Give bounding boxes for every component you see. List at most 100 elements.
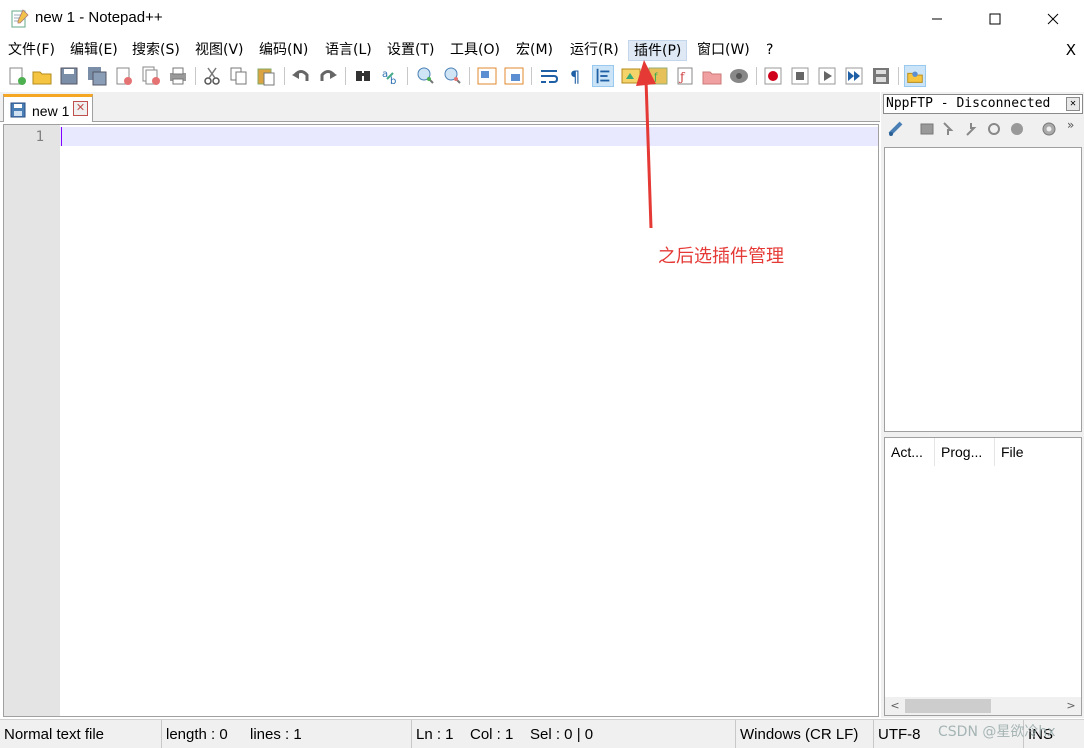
- close-button[interactable]: [1024, 0, 1082, 38]
- svg-text:b: b: [390, 76, 396, 87]
- status-bar: Normal text file length : 0 lines : 1 Ln…: [0, 719, 1084, 748]
- toolbar-separator: [195, 67, 196, 85]
- menu-edit[interactable]: 编辑(E): [65, 40, 123, 61]
- line-number-gutter: 1: [4, 125, 60, 716]
- function-list-icon[interactable]: ƒ: [647, 65, 669, 87]
- undo-icon[interactable]: [290, 65, 312, 87]
- title-bar: new 1 - Notepad++: [0, 0, 1084, 38]
- zoom-out-icon[interactable]: [441, 65, 463, 87]
- toolbar-separator: [345, 67, 346, 85]
- save-icon[interactable]: [58, 65, 80, 87]
- save-macro-icon[interactable]: [870, 65, 892, 87]
- refresh-icon[interactable]: [985, 120, 1003, 138]
- user-language-icon[interactable]: [620, 65, 642, 87]
- maximize-button[interactable]: [966, 0, 1024, 38]
- copy-icon[interactable]: [228, 65, 250, 87]
- print-icon[interactable]: [167, 65, 189, 87]
- tab-close-icon[interactable]: ✕: [73, 101, 88, 116]
- connect-icon[interactable]: [887, 120, 905, 138]
- menu-bar: 文件(F) 编辑(E) 搜索(S) 视图(V) 编码(N) 语言(L) 设置(T…: [0, 38, 1084, 62]
- menu-view[interactable]: 视图(V): [190, 40, 249, 61]
- sync-horizontal-icon[interactable]: [503, 65, 525, 87]
- stop-macro-icon[interactable]: [789, 65, 811, 87]
- menu-search[interactable]: 搜索(S): [127, 40, 185, 61]
- close-file-icon[interactable]: [113, 65, 135, 87]
- saved-file-icon: [10, 102, 26, 118]
- indent-guide-icon[interactable]: [592, 65, 614, 87]
- close-icon: [1047, 13, 1059, 25]
- sync-vertical-icon[interactable]: [476, 65, 498, 87]
- replace-icon[interactable]: ab: [379, 65, 401, 87]
- abort-icon[interactable]: [1008, 120, 1026, 138]
- redo-icon[interactable]: [317, 65, 339, 87]
- minimize-icon: [932, 18, 942, 20]
- status-eol[interactable]: Windows (CR LF): [736, 720, 874, 748]
- scroll-left-icon[interactable]: <: [887, 697, 903, 715]
- status-length: length : 0: [166, 726, 228, 743]
- toolbar-separator: [407, 67, 408, 85]
- status-column: Col : 1: [470, 726, 514, 743]
- monitoring-icon[interactable]: [728, 65, 750, 87]
- play-macro-icon[interactable]: [816, 65, 838, 87]
- close-all-icon[interactable]: [140, 65, 162, 87]
- nppftp-show-icon[interactable]: [904, 65, 926, 87]
- menu-language[interactable]: 语言(L): [320, 40, 377, 61]
- save-all-icon[interactable]: [86, 65, 108, 87]
- tab-bar: new 1 ✕: [0, 92, 880, 122]
- menu-plugins[interactable]: 插件(P): [628, 40, 688, 61]
- column-progress[interactable]: Prog...: [935, 438, 995, 466]
- paste-icon[interactable]: [255, 65, 277, 87]
- window-title: new 1 - Notepad++: [35, 9, 163, 26]
- minimize-button[interactable]: [908, 0, 966, 38]
- word-wrap-icon[interactable]: [538, 65, 560, 87]
- menu-macro[interactable]: 宏(M): [511, 40, 558, 61]
- horizontal-scrollbar[interactable]: < >: [885, 697, 1081, 715]
- settings-gear-icon[interactable]: [1040, 120, 1058, 138]
- scroll-right-icon[interactable]: >: [1063, 697, 1079, 715]
- nppftp-title-text: NppFTP - Disconnected: [886, 96, 1051, 111]
- svg-text:¶: ¶: [570, 67, 580, 86]
- annotation-text: 之后选插件管理: [658, 246, 784, 267]
- find-icon[interactable]: [352, 65, 374, 87]
- column-file[interactable]: File: [995, 438, 1081, 466]
- toolbar-separator: [898, 67, 899, 85]
- nppftp-queue-list[interactable]: Act... Prog... File < >: [884, 437, 1082, 716]
- status-file-type: Normal text file: [0, 720, 162, 748]
- menu-window[interactable]: 窗口(W): [692, 40, 755, 61]
- menu-tools[interactable]: 工具(O): [445, 40, 505, 61]
- toolbar: ab ¶ ƒ ƒ: [0, 62, 1084, 90]
- menu-help[interactable]: ?: [761, 40, 778, 61]
- download-icon[interactable]: [939, 120, 957, 138]
- menu-encoding[interactable]: 编码(N): [254, 40, 313, 61]
- disconnect-icon[interactable]: [918, 120, 936, 138]
- watermark: CSDN @星欲冷hx: [938, 724, 1056, 740]
- notepad-app-icon: [11, 9, 29, 28]
- new-file-icon[interactable]: [6, 65, 28, 87]
- editor-area[interactable]: 1: [3, 124, 879, 717]
- toolbar-separator: [756, 67, 757, 85]
- document-map-icon[interactable]: ƒ: [674, 65, 696, 87]
- open-file-icon[interactable]: [31, 65, 53, 87]
- tab-new-1[interactable]: new 1 ✕: [3, 94, 93, 122]
- show-all-chars-icon[interactable]: ¶: [565, 65, 587, 87]
- status-line-number: Ln : 1: [416, 726, 454, 743]
- cut-icon[interactable]: [201, 65, 223, 87]
- scrollbar-thumb[interactable]: [905, 699, 991, 713]
- status-lines: lines : 1: [246, 720, 412, 748]
- current-line-highlight: [60, 127, 878, 146]
- folder-workspace-icon[interactable]: [701, 65, 723, 87]
- record-macro-icon[interactable]: [762, 65, 784, 87]
- column-action[interactable]: Act...: [885, 438, 935, 466]
- menu-run[interactable]: 运行(R): [565, 40, 624, 61]
- upload-icon[interactable]: [962, 120, 980, 138]
- menu-settings[interactable]: 设置(T): [382, 40, 439, 61]
- menu-file[interactable]: 文件(F): [3, 40, 60, 61]
- nppftp-close-icon[interactable]: ✕: [1066, 97, 1080, 111]
- nppftp-directory-tree[interactable]: [884, 147, 1082, 432]
- run-macro-multiple-icon[interactable]: [843, 65, 865, 87]
- zoom-in-icon[interactable]: [414, 65, 436, 87]
- menu-close-doc-button[interactable]: X: [1066, 40, 1076, 61]
- text-caret: [61, 127, 62, 146]
- more-tools-icon[interactable]: »: [1067, 118, 1074, 132]
- toolbar-separator: [531, 67, 532, 85]
